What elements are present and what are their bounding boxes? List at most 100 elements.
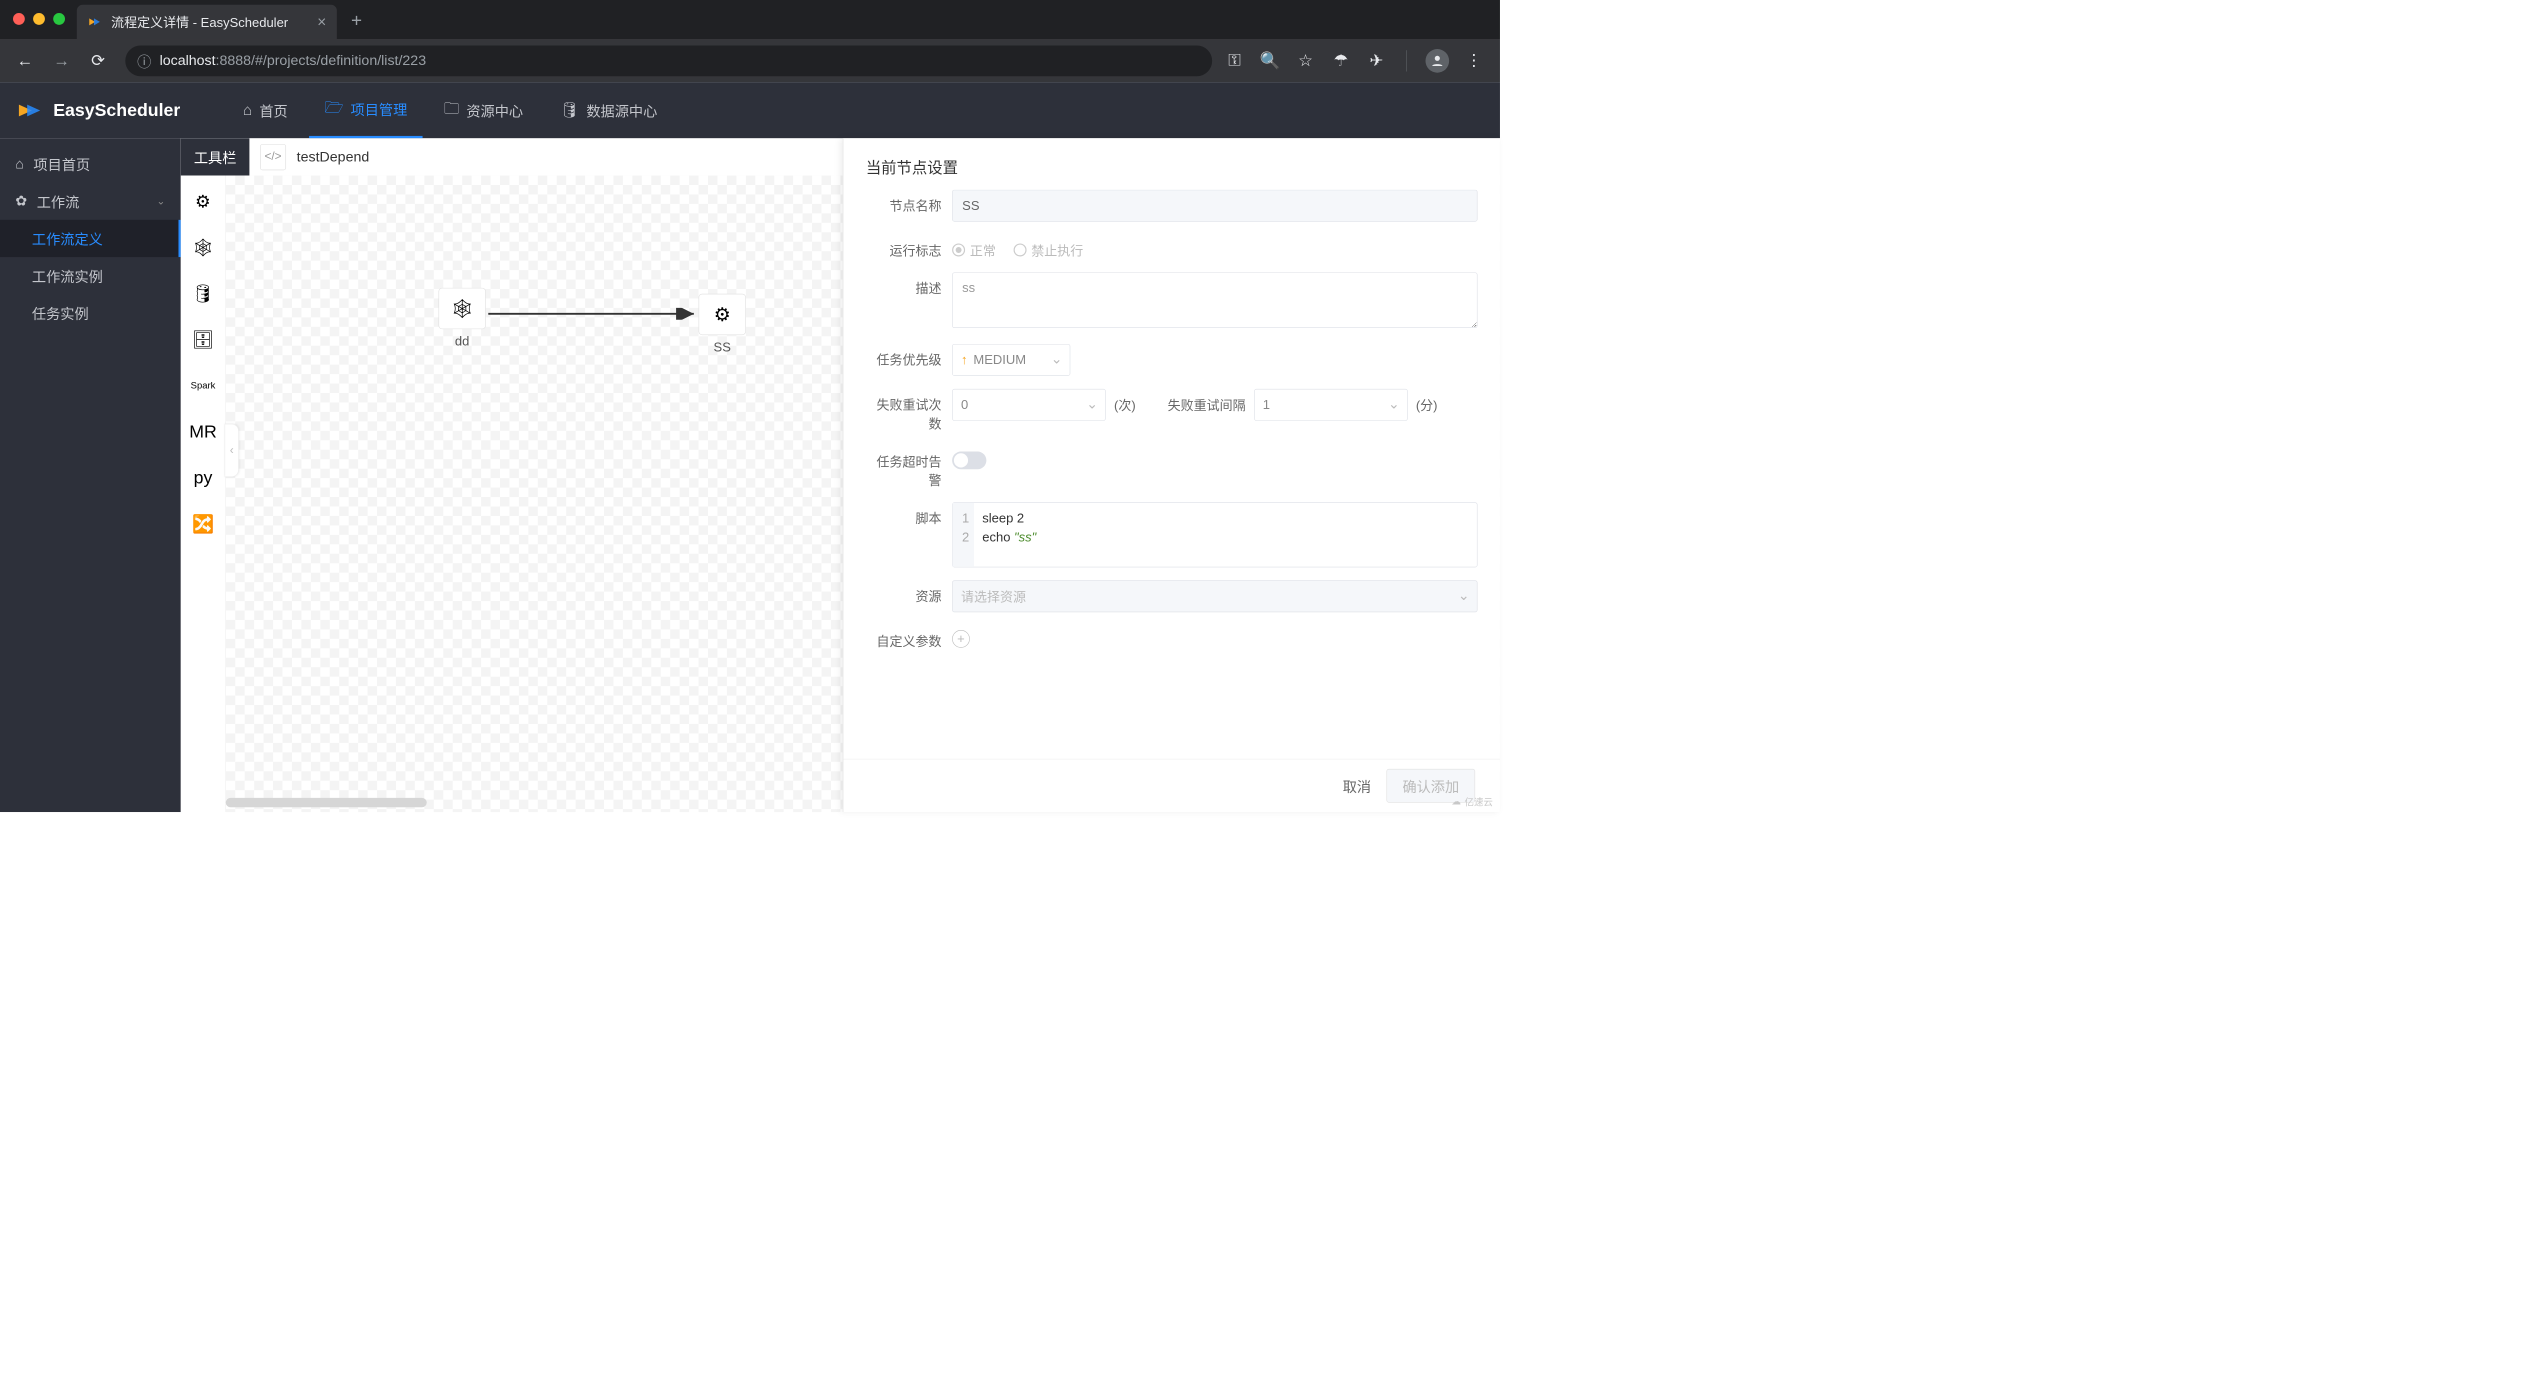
code-content[interactable]: sleep 2echo "ss"	[974, 503, 1045, 567]
timeout-switch[interactable]	[952, 452, 986, 470]
code-toggle-button[interactable]: </>	[260, 144, 286, 170]
workflow-node[interactable]: 🕸 dd	[439, 288, 486, 349]
retry-interval-select[interactable]: 1	[1254, 389, 1408, 421]
priority-arrow-icon: ↑	[961, 352, 968, 367]
definition-name: testDepend	[297, 149, 370, 166]
toolbar-label: 工具栏	[181, 138, 250, 175]
window-close-button[interactable]	[13, 13, 25, 25]
label-desc: 描述	[866, 272, 952, 297]
retry-interval-unit: (分)	[1416, 395, 1438, 414]
resource-select[interactable]: 请选择资源	[952, 580, 1477, 612]
key-icon[interactable]: ⚿	[1224, 50, 1245, 71]
app-logo[interactable]: EasyScheduler	[17, 96, 181, 124]
nav-icon: ⌂	[243, 101, 252, 119]
radio-normal[interactable]: 正常	[952, 241, 996, 260]
canvas-horizontal-scrollbar[interactable]	[226, 798, 427, 807]
node-name-input[interactable]	[952, 190, 1477, 222]
cancel-button[interactable]: 取消	[1343, 775, 1371, 796]
window-minimize-button[interactable]	[33, 13, 45, 25]
label-priority: 任务优先级	[866, 344, 952, 369]
menu-button[interactable]: ⋮	[1463, 50, 1484, 71]
label-retry-interval: 失败重试间隔	[1168, 395, 1246, 414]
tab-favicon	[87, 14, 102, 29]
radio-icon	[1014, 243, 1027, 256]
top-nav-item[interactable]: 🗀资源中心	[429, 82, 539, 138]
label-node-name: 节点名称	[866, 190, 952, 215]
palette-item[interactable]: py	[189, 464, 217, 492]
sidebar-item[interactable]: 工作流定义	[0, 220, 181, 257]
window-maximize-button[interactable]	[53, 13, 65, 25]
palette-item[interactable]: Spark	[189, 372, 217, 400]
browser-address-bar: ← → ⟳ ⓘ localhost:8888/#/projects/defini…	[0, 39, 1500, 82]
site-info-icon[interactable]: ⓘ	[137, 50, 151, 71]
reload-button[interactable]: ⟳	[83, 45, 114, 76]
nav-label: 项目管理	[351, 99, 408, 120]
nav-label: 数据源中心	[586, 100, 657, 121]
sidebar-label: 任务实例	[32, 303, 89, 324]
label-resource: 资源	[866, 580, 952, 605]
label-retry-count: 失败重试次数	[866, 389, 952, 433]
back-button[interactable]: ←	[9, 45, 40, 76]
sidebar: ⌂ 项目首页 ✿ 工作流 ⌄ 工作流定义工作流实例任务实例	[0, 138, 181, 812]
node-label: SS	[714, 340, 731, 355]
nav-label: 资源中心	[466, 100, 523, 121]
palette-item[interactable]: ⚙	[189, 187, 217, 215]
palette-item[interactable]: 🗄	[189, 326, 217, 354]
code-gutter: 12	[953, 503, 974, 567]
sidebar-item[interactable]: 工作流实例	[0, 257, 181, 294]
top-nav: ⌂首页🗁项目管理🗀资源中心 🛢 数据源中心	[228, 82, 673, 138]
sidebar-item[interactable]: ✿ 工作流 ⌄	[0, 183, 181, 220]
new-tab-button[interactable]: +	[337, 0, 376, 41]
watermark: ☁亿速云	[1451, 794, 1492, 808]
url-input[interactable]: ⓘ localhost:8888/#/projects/definition/l…	[125, 45, 1212, 76]
node-settings-panel: 当前节点设置 节点名称 运行标志 正常 禁止执行 描述 ss 任务优先级	[843, 138, 1500, 812]
retry-count-unit: (次)	[1114, 395, 1136, 414]
app-header: EasyScheduler ⌂首页🗁项目管理🗀资源中心 🛢 数据源中心	[0, 82, 1500, 138]
sidebar-icon: ✿	[15, 193, 27, 210]
bookmark-icon[interactable]: ☆	[1295, 50, 1316, 71]
panel-title: 当前节点设置	[843, 138, 1500, 189]
desc-textarea[interactable]: ss	[952, 272, 1477, 328]
sidebar-item[interactable]: 任务实例	[0, 294, 181, 331]
zoom-icon[interactable]: 🔍	[1259, 50, 1280, 71]
node-palette: ⚙ 🕸 🛢 🗄 Spark MR py 🔀	[181, 176, 226, 813]
node-icon: ⚙	[699, 294, 746, 335]
palette-item[interactable]: 🕸	[189, 233, 217, 261]
extension-send-icon[interactable]: ✈	[1366, 50, 1387, 71]
nav-icon: 🛢	[560, 101, 580, 119]
label-timeout: 任务超时告警	[866, 446, 952, 490]
label-run-flag: 运行标志	[866, 235, 952, 260]
sidebar-icon: ⌂	[15, 156, 24, 173]
app-name: EasyScheduler	[53, 100, 180, 120]
top-nav-item[interactable]: 🗁项目管理	[309, 82, 423, 138]
script-editor[interactable]: 12 sleep 2echo "ss"	[952, 502, 1477, 567]
top-nav-item[interactable]: ⌂首页	[228, 82, 303, 138]
workflow-node[interactable]: ⚙ SS	[699, 294, 746, 355]
browser-tab[interactable]: 流程定义详情 - EasyScheduler ×	[77, 5, 337, 39]
node-icon: 🕸	[439, 288, 486, 329]
sidebar-item[interactable]: ⌂ 项目首页	[0, 145, 181, 182]
priority-select[interactable]: ↑ MEDIUM	[952, 344, 1070, 376]
extension-umbrella-icon[interactable]: ☂	[1330, 50, 1351, 71]
panel-footer: 取消 确认添加 ☁亿速云	[843, 759, 1500, 812]
node-label: dd	[455, 334, 469, 349]
radio-forbidden[interactable]: 禁止执行	[1014, 241, 1084, 260]
chevron-down-icon: ⌄	[157, 195, 166, 207]
retry-count-select[interactable]: 0	[952, 389, 1106, 421]
tab-close-button[interactable]: ×	[317, 13, 326, 31]
run-flag-group: 正常 禁止执行	[952, 235, 1477, 260]
profile-avatar[interactable]	[1425, 49, 1449, 73]
sidebar-label: 工作流	[37, 191, 80, 212]
palette-item[interactable]: 🛢	[189, 280, 217, 308]
palette-collapse-button[interactable]: ‹	[225, 424, 239, 477]
sidebar-label: 项目首页	[33, 154, 90, 175]
palette-item[interactable]: MR	[189, 418, 217, 446]
radio-icon	[952, 243, 965, 256]
palette-item[interactable]: 🔀	[189, 510, 217, 538]
tab-title: 流程定义详情 - EasyScheduler	[111, 12, 288, 31]
add-param-button[interactable]: +	[952, 630, 970, 648]
forward-button[interactable]: →	[46, 45, 77, 76]
top-nav-item[interactable]: 🛢 数据源中心	[544, 82, 672, 138]
browser-tab-bar: 流程定义详情 - EasyScheduler × +	[0, 0, 1500, 39]
browser-actions: ⚿ 🔍 ☆ ☂ ✈ ⋮	[1224, 49, 1491, 73]
